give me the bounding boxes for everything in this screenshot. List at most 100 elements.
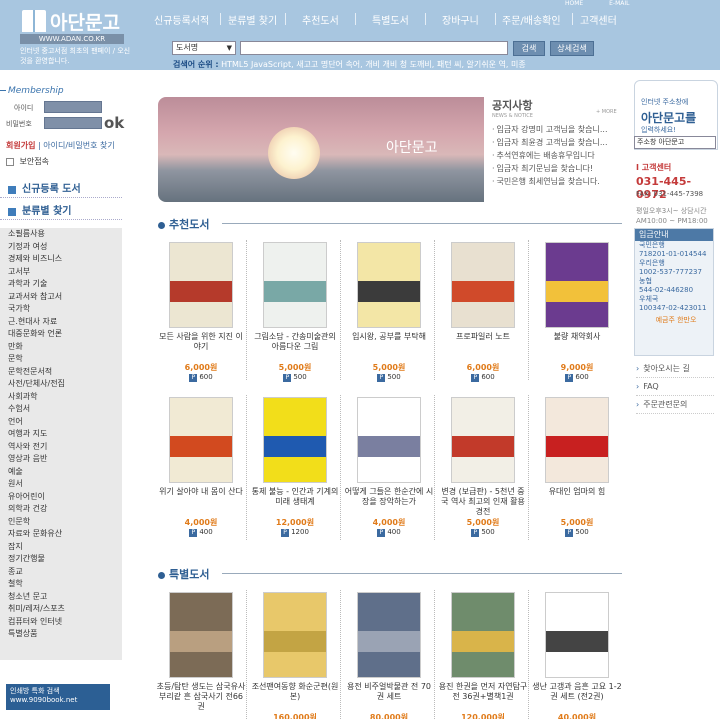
category-item[interactable]: 유아어린이 — [0, 491, 122, 504]
nav-category[interactable]: 분류별 찾기 — [228, 12, 277, 27]
notice-item[interactable]: 입금자 최윤경 고객님을 찾습니... — [492, 136, 622, 149]
nav-customer-center[interactable]: 고객센터 — [580, 12, 617, 27]
nav-order-status[interactable]: 주문/배송확인 — [502, 12, 561, 27]
detail-search-button[interactable]: 상세검색 — [550, 41, 594, 56]
book-title[interactable]: 초등/탐탄 생도는 삼국유사 부리같 흔 삼국사기 전66권 — [156, 682, 246, 712]
password-field[interactable] — [44, 117, 102, 129]
book-cover[interactable] — [169, 397, 233, 483]
category-item[interactable]: 예술 — [0, 466, 122, 479]
category-item[interactable]: 과학과 기술 — [0, 278, 122, 291]
book-card[interactable]: 조선팬여동향 화순군편(원본) 160,000원 — [250, 592, 340, 719]
faq-link[interactable]: FAQ — [636, 378, 714, 396]
category-item[interactable]: 교과서와 참고서 — [0, 291, 122, 304]
category-item[interactable]: 취미/레저/스포츠 — [0, 603, 122, 616]
category-item[interactable]: 청소년 문고 — [0, 591, 122, 604]
book-card[interactable]: 용진 한권을 먼저 자연탐구전 36권+별책1권 120,000원 — [438, 592, 528, 719]
book-cover[interactable] — [451, 397, 515, 483]
category-item[interactable]: 역사와 전기 — [0, 441, 122, 454]
category-item[interactable]: 의학과 건강 — [0, 503, 122, 516]
book-cover[interactable] — [169, 592, 233, 678]
book-card[interactable]: 입시왕, 공부를 부탁해 5,000원 P 500 — [344, 242, 434, 382]
logo[interactable]: 아단문고 WWW.ADAN.CO.KR 인터넷 중고서점 최초의 팬페이 / 오… — [16, 4, 138, 66]
category-item[interactable]: 영상과 음반 — [0, 453, 122, 466]
book-title[interactable]: 변경 (보급판) - 5천년 중국 역사 최고의 인재 활용 경전 — [438, 487, 528, 517]
book-card[interactable]: 생난 고갱과 음흔 고요 1-2권 세트 (전2권) 40,000원 — [532, 592, 622, 719]
notice-item[interactable]: 추석연휴에는 배송휴무입니다 — [492, 149, 622, 162]
nav-cart[interactable]: 장바구니 — [442, 12, 479, 27]
book-cover[interactable] — [451, 242, 515, 328]
category-item[interactable]: 원서 — [0, 478, 122, 491]
nav-special[interactable]: 특별도서 — [372, 12, 409, 27]
book-card[interactable]: 불량 채약회사 9,000원 P 600 — [532, 242, 622, 382]
promo-banner[interactable]: 인쇄방 특화 검색 www.9090book.net — [6, 684, 110, 710]
category-item[interactable]: 기정과 여성 — [0, 241, 122, 254]
book-title[interactable]: 조선팬여동향 화순군편(원본) — [250, 682, 340, 712]
category-item[interactable]: 문학 — [0, 353, 122, 366]
book-title[interactable]: 위기 살아야 내 몸이 산다 — [156, 487, 246, 517]
search-button[interactable]: 검색 — [513, 41, 545, 56]
book-card[interactable]: 프로파일러 노트 6,000원 P 600 — [438, 242, 528, 382]
book-cover[interactable] — [357, 397, 421, 483]
category-item[interactable]: 종교 — [0, 566, 122, 579]
book-cover[interactable] — [545, 592, 609, 678]
popular-terms[interactable]: HTML5 JavaScript, 새고고 명단어 속어, 개비 개비 청 도깨… — [221, 60, 526, 69]
category-item[interactable]: 언어 — [0, 416, 122, 429]
join-link[interactable]: 회원가입 — [6, 141, 35, 150]
book-cover[interactable] — [263, 592, 327, 678]
book-card[interactable]: 변경 (보급판) - 5천년 중국 역사 최고의 인재 활용 경전 5,000원 P… — [438, 397, 528, 537]
category-item[interactable]: 잡지 — [0, 541, 122, 554]
order-inquiry-link[interactable]: 주문관련문의 — [636, 396, 714, 414]
book-title[interactable]: 그림소담 - 간송미술관의 아름다운 그림 — [250, 332, 340, 362]
category-item[interactable]: 대중문화와 언론 — [0, 328, 122, 341]
category-item[interactable]: 고서부 — [0, 266, 122, 279]
book-title[interactable]: 생난 고갱과 음흔 고요 1-2권 세트 (전2권) — [532, 682, 622, 712]
category-item[interactable]: 컴퓨터와 인터넷 — [0, 616, 122, 629]
category-item[interactable]: 자료와 문화유산 — [0, 528, 122, 541]
category-item[interactable]: 국가학 — [0, 303, 122, 316]
category-item[interactable]: 특별상품 — [0, 628, 122, 641]
notice-item[interactable]: 국민은행 최세연님을 찾습니다. — [492, 175, 622, 188]
home-link[interactable]: HOME — [565, 0, 583, 7]
book-card[interactable]: 모든 사람을 위한 지진 이야기 6,000원 P 600 — [156, 242, 246, 382]
book-cover[interactable] — [169, 242, 233, 328]
book-title[interactable]: 유대인 엄마의 힘 — [532, 487, 622, 517]
find-account-link[interactable]: | 아이디/비밀번호 찾기 — [38, 141, 115, 150]
book-card[interactable]: 용전 비주얼박물관 전 70권 세트 80,000원 — [344, 592, 434, 719]
book-title[interactable]: 어떻게 그들은 한순간에 시장을 장악하는가 — [344, 487, 434, 517]
book-title[interactable]: 모든 사람을 위한 지진 이야기 — [156, 332, 246, 362]
book-title[interactable]: 용전 비주얼박물관 전 70권 세트 — [344, 682, 434, 712]
book-cover[interactable] — [357, 242, 421, 328]
book-cover[interactable] — [451, 592, 515, 678]
book-cover[interactable] — [545, 242, 609, 328]
category-item[interactable]: 만화 — [0, 341, 122, 354]
book-card[interactable]: 초등/탐탄 생도는 삼국유사 부리같 흔 삼국사기 전66권 — [156, 592, 246, 712]
menu-new-books[interactable]: 신규등록 도서 — [0, 182, 122, 198]
book-card[interactable]: 유대인 엄마의 힘 5,000원 P 500 — [532, 397, 622, 537]
book-title[interactable]: 불량 채약회사 — [532, 332, 622, 362]
search-input[interactable] — [240, 41, 508, 55]
book-title[interactable]: 용진 한권을 먼저 자연탐구전 36권+별책1권 — [438, 682, 528, 712]
category-item[interactable]: 정기간행물 — [0, 553, 122, 566]
book-card[interactable]: 그림소담 - 간송미술관의 아름다운 그림 5,000원 P 500 — [250, 242, 340, 382]
directions-link[interactable]: 찾아오시는 길 — [636, 360, 714, 378]
book-card[interactable]: 위기 살아야 내 몸이 산다 4,000원 P 400 — [156, 397, 246, 537]
category-item[interactable]: 인문학 — [0, 516, 122, 529]
book-title[interactable]: 프로파일러 노트 — [438, 332, 528, 362]
more-link[interactable]: + MORE — [596, 109, 617, 115]
category-item[interactable]: 소필름사용 — [0, 228, 122, 241]
secure-login[interactable]: 보안접속 — [6, 156, 49, 167]
address-select[interactable]: 주소창 아단문고 — [634, 136, 716, 149]
menu-category[interactable]: 분류별 찾기 — [0, 204, 122, 220]
book-cover[interactable] — [263, 242, 327, 328]
category-item[interactable]: 철학 — [0, 578, 122, 591]
book-cover[interactable] — [263, 397, 327, 483]
notice-item[interactable]: 입금자 강명미 고객님을 찾습니... — [492, 123, 622, 136]
email-link[interactable]: E-MAIL — [609, 0, 629, 7]
id-field[interactable] — [44, 101, 102, 113]
nav-new-books[interactable]: 신규등록서적 — [154, 12, 209, 27]
book-title[interactable]: 통제 불능 - 인간과 기계의 미래 생태계 — [250, 487, 340, 517]
book-title[interactable]: 입시왕, 공부를 부탁해 — [344, 332, 434, 362]
nav-recommended[interactable]: 추천도서 — [302, 12, 339, 27]
category-item[interactable]: 사회과학 — [0, 391, 122, 404]
notice-item[interactable]: 입금자 최기문님을 찾습니다! — [492, 162, 622, 175]
